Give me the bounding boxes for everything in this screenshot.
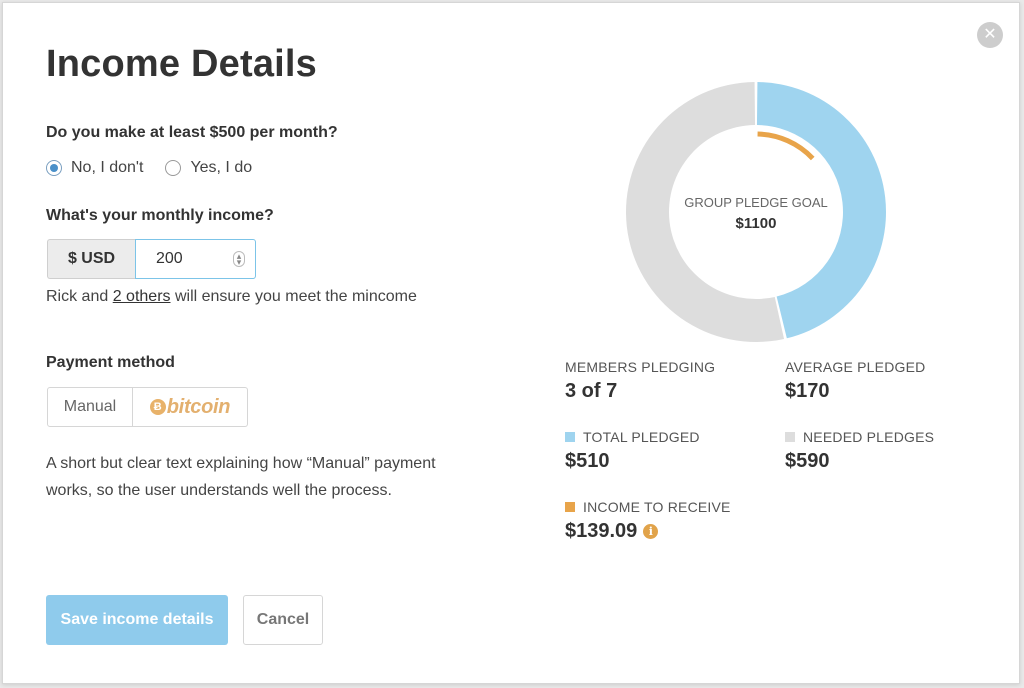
stat-average-pledged-label: AVERAGE PLEDGED (785, 359, 926, 375)
pledge-donut-chart: GROUP PLEDGE GOAL $1100 (625, 82, 886, 343)
income-details-modal: ✕ Income Details Do you make at least $5… (2, 2, 1020, 684)
stat-members-pledging-label: MEMBERS PLEDGING (565, 359, 716, 375)
donut-center-value: $1100 (736, 215, 777, 232)
stat-average-pledged: AVERAGE PLEDGED $170 (785, 359, 925, 403)
others-link[interactable]: 2 others (113, 288, 171, 305)
radio-checked-icon[interactable] (46, 160, 62, 176)
total-pledged-swatch (565, 432, 575, 442)
stat-needed-pledges-label: NEEDED PLEDGES (803, 429, 935, 445)
stat-members-pledging-value: 3 of 7 (565, 380, 618, 402)
needed-pledges-swatch (785, 432, 795, 442)
close-icon[interactable]: ✕ (977, 22, 1003, 48)
stat-needed-pledges: NEEDED PLEDGES $590 (785, 429, 934, 473)
monthly-income-value: 200 (156, 250, 183, 267)
save-income-button[interactable]: Save income details (46, 595, 228, 645)
stat-needed-pledges-value: $590 (785, 450, 830, 472)
payment-method-toggle: Manual Ƀ bitcoin (47, 387, 248, 427)
radio-option-yes-label: Yes, I do (190, 159, 253, 176)
payment-description: A short but clear text explaining how “M… (46, 455, 436, 499)
stat-members-pledging: MEMBERS PLEDGING 3 of 7 (565, 359, 715, 403)
donut-center-label: GROUP PLEDGE GOAL (684, 195, 828, 210)
income-question-options: No, I don't Yes, I do (46, 159, 274, 177)
payment-manual-option[interactable]: Manual (47, 387, 133, 427)
monthly-income-input[interactable]: 200 ▴ ▾ (135, 239, 256, 279)
stat-total-pledged-label: TOTAL PLEDGED (583, 429, 700, 445)
stat-income-to-receive-value: $139.09 (565, 520, 638, 542)
bitcoin-wordmark: bitcoin (166, 395, 231, 418)
helper-prefix: Rick and (46, 288, 113, 305)
stat-income-to-receive-label: INCOME TO RECEIVE (583, 499, 731, 515)
bitcoin-logo-icon: Ƀ (149, 399, 166, 415)
info-icon[interactable]: i (643, 524, 659, 539)
payment-bitcoin-option[interactable]: Ƀ bitcoin (133, 387, 248, 427)
donut-slice-total-pledged (756, 82, 886, 339)
income-question-label: Do you make at least $500 per month? (46, 124, 338, 141)
cancel-button[interactable]: Cancel (243, 595, 323, 645)
mincome-helper-text: Rick and 2 others will ensure you meet t… (46, 288, 417, 306)
stat-average-pledged-value: $170 (785, 380, 830, 402)
income-to-receive-swatch (565, 502, 575, 512)
radio-option-no-label: No, I don't (71, 159, 144, 176)
helper-suffix: will ensure you meet the mincome (170, 288, 417, 305)
radio-unchecked-icon[interactable] (165, 160, 182, 176)
payment-method-label: Payment method (46, 354, 175, 371)
stat-total-pledged-value: $510 (565, 450, 610, 472)
number-spinner-icon[interactable]: ▴ ▾ (233, 251, 245, 267)
stat-income-to-receive: INCOME TO RECEIVE $139.09 i (565, 499, 731, 543)
monthly-income-label: What's your monthly income? (46, 207, 274, 224)
page-title: Income Details (46, 43, 318, 85)
radio-option-yes[interactable]: Yes, I do (165, 159, 252, 177)
monthly-income-group: $ USD 200 ▴ ▾ (47, 239, 256, 279)
stat-total-pledged: TOTAL PLEDGED $510 (565, 429, 700, 473)
radio-option-no[interactable]: No, I don't (46, 159, 143, 177)
currency-addon: $ USD (47, 239, 135, 279)
